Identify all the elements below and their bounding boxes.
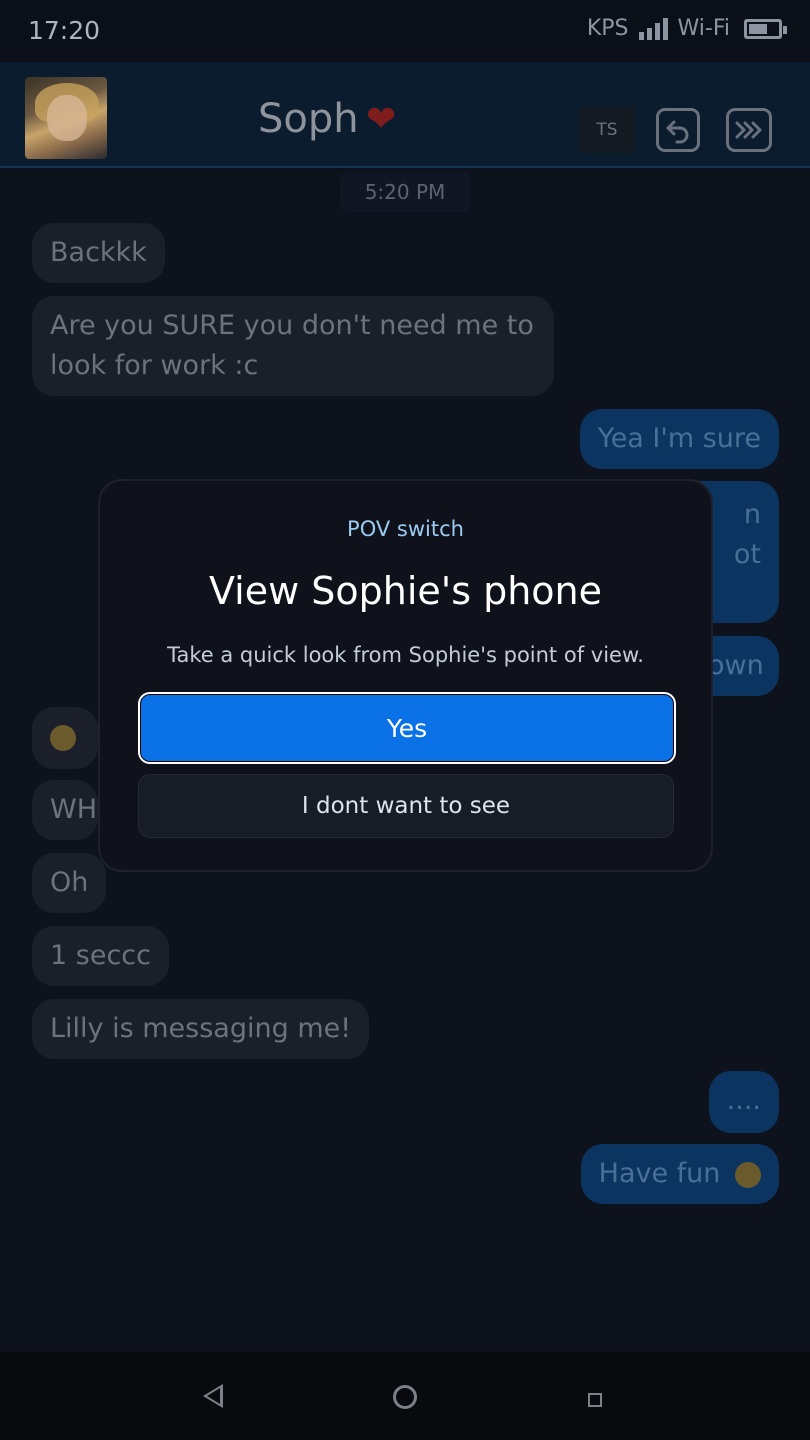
navigation-bar [0,1352,810,1440]
message-bubble: .... [708,1071,779,1133]
battery-icon [744,18,787,39]
fast-forward-icon [735,121,762,139]
dialog-eyebrow: POV switch [347,517,464,541]
heart-icon: ❤ [366,99,397,140]
recents-icon[interactable] [588,1393,602,1407]
carrier-label: KPS [586,16,629,41]
ts-button[interactable]: TS [579,107,635,153]
avatar[interactable] [25,77,107,159]
status-icons: KPS Wi-Fi [586,16,787,41]
laughing-emoji-icon [50,724,76,751]
message-bubble: Oh [32,853,107,913]
timestamp-chip: 5:20 PM [340,172,470,212]
status-time: 17:20 [28,16,101,45]
pov-switch-dialog: POV switch View Sophie's phone Take a qu… [98,479,713,872]
message-bubble: Backkk [32,223,165,283]
confirm-button[interactable]: Yes [138,692,676,764]
smiling-emoji-icon [735,1161,761,1188]
message-bubble: 1 seccc [32,926,169,986]
message-bubble: Are you SURE you don't need me to look f… [32,296,554,396]
contact-name: Soph [258,96,359,142]
fast-forward-button[interactable] [726,108,772,152]
message-bubble: Yea I'm sure [579,409,779,469]
message-text: Have fun [598,1158,721,1189]
message-bubble: Have fun [580,1144,779,1204]
wifi-label: Wi-Fi [677,16,731,41]
home-icon[interactable] [393,1385,417,1409]
message-bubble: WH [32,780,98,840]
message-bubble: Lilly is messaging me! [32,999,370,1059]
dialog-description: Take a quick look from Sophie's point of… [167,643,644,667]
decline-button[interactable]: I dont want to see [138,774,674,838]
message-bubble [32,707,98,769]
undo-icon [666,120,689,144]
undo-button[interactable] [656,108,700,152]
status-bar: 17:20 KPS Wi-Fi [0,0,810,62]
signal-icon [638,17,668,40]
dialog-title: View Sophie's phone [208,569,602,613]
chat-header: Soph ❤ TS [0,62,810,168]
back-icon[interactable] [203,1384,223,1408]
